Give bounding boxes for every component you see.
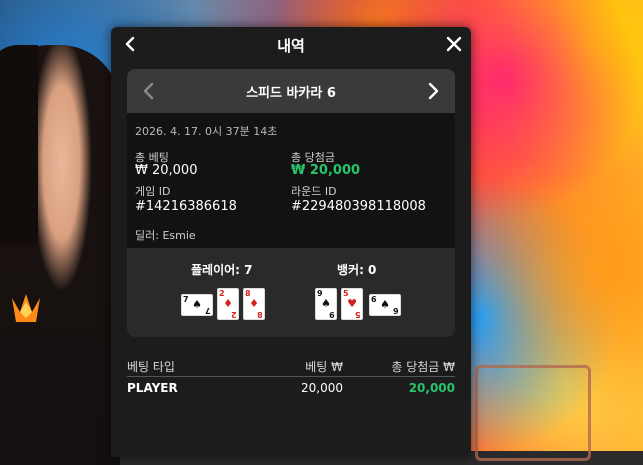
casino-logo-icon bbox=[12, 294, 40, 322]
history-modal: 내역 스피드 바카라 6 2026. 4. 17. 0시 37분 14초 총 베… bbox=[111, 27, 471, 457]
win-amount-cell: 20,000 bbox=[408, 381, 455, 395]
modal-title: 내역 bbox=[277, 37, 305, 55]
close-icon bbox=[446, 36, 462, 52]
header-total-win: 총 당첨금 ₩ bbox=[391, 360, 455, 374]
round-result: 플레이어: 7 뱅커: 0 7 ♠ 7 2 ♦ 2 8 ♦ 8 9 ♠ 9 5 … bbox=[127, 248, 455, 337]
header-bet-amount: 베팅 ₩ bbox=[305, 360, 343, 374]
round-info: 2026. 4. 17. 0시 37분 14초 총 베팅 ₩ 20,000 총 … bbox=[127, 113, 455, 248]
round-datetime: 2026. 4. 17. 0시 37분 14초 bbox=[135, 125, 278, 138]
table-header: 베팅 타입 베팅 ₩ 총 당첨금 ₩ bbox=[127, 354, 455, 377]
round-detail-card: 스피드 바카라 6 2026. 4. 17. 0시 37분 14초 총 베팅 ₩… bbox=[127, 69, 455, 337]
game-navigator: 스피드 바카라 6 bbox=[127, 69, 455, 113]
dealer-hair bbox=[0, 45, 38, 245]
player-card-1: 7 ♠ 7 bbox=[181, 294, 213, 316]
close-button[interactable] bbox=[443, 33, 465, 55]
modal-header: 내역 bbox=[111, 27, 471, 61]
banker-card-3: 6 ♠ 6 bbox=[369, 294, 401, 316]
banker-card-2: 5 ♥ 5 bbox=[341, 288, 363, 320]
bet-type-cell: PLAYER bbox=[127, 381, 178, 395]
chevron-right-icon bbox=[428, 82, 439, 100]
card-shoe-basket bbox=[475, 365, 591, 461]
round-id-label: 라운드 ID bbox=[291, 185, 337, 198]
game-name: 스피드 바카라 6 bbox=[246, 86, 336, 101]
player-card-3: 8 ♦ 8 bbox=[243, 288, 265, 320]
game-id-value: #14216386618 bbox=[135, 199, 237, 214]
game-id-label: 게임 ID bbox=[135, 185, 171, 198]
bet-amount-cell: 20,000 bbox=[301, 381, 343, 395]
player-score: 플레이어: 7 bbox=[191, 263, 253, 277]
player-card-2: 2 ♦ 2 bbox=[217, 288, 239, 320]
banker-score: 뱅커: 0 bbox=[337, 263, 377, 277]
round-id-value: #229480398118008 bbox=[291, 199, 426, 214]
banker-card-1: 9 ♠ 9 bbox=[315, 288, 337, 320]
total-win-value: ₩ 20,000 bbox=[291, 163, 361, 178]
dealer-name: 딜러: Esmie bbox=[135, 229, 196, 242]
header-bet-type: 베팅 타입 bbox=[127, 360, 175, 374]
table-row: PLAYER 20,000 20,000 bbox=[127, 377, 455, 399]
total-bet-value: ₩ 20,000 bbox=[135, 163, 198, 178]
bets-table: 베팅 타입 베팅 ₩ 총 당첨금 ₩ PLAYER 20,000 20,000 bbox=[127, 354, 455, 399]
next-round-button[interactable] bbox=[421, 79, 445, 103]
